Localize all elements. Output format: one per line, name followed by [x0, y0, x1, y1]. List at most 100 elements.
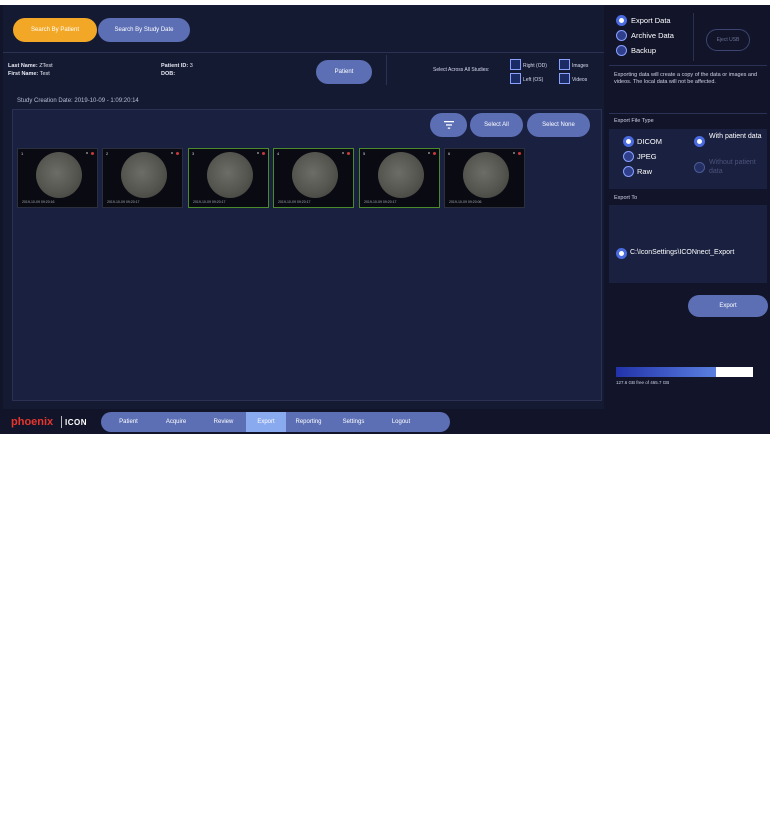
file-type-radio[interactable]	[623, 151, 634, 162]
search-by-patient-tab[interactable]: Search By Patient	[13, 18, 97, 42]
export-description: Exporting data will create a copy of the…	[614, 72, 758, 85]
divider	[386, 55, 387, 85]
first-name-row: First Name: Test	[8, 71, 50, 77]
thumbnail-index: 3	[192, 151, 195, 156]
status-dot-icon	[176, 152, 179, 155]
select-across-label: Select Across All Studies:	[433, 67, 490, 73]
export-path-radio[interactable]	[616, 248, 627, 259]
nav-item-review[interactable]: Review	[201, 412, 246, 432]
export-path-label: C:\IconSettings\ICONnect_Export	[630, 249, 735, 256]
status-dot-icon	[433, 152, 436, 155]
file-type-label: JPEG	[637, 152, 657, 161]
storage-bar-fill	[616, 367, 716, 377]
patient-id-row: Patient ID: 3	[161, 63, 193, 69]
first-name-value: Test	[39, 71, 50, 77]
nav-item-acquire[interactable]: Acquire	[151, 412, 201, 432]
fundus-image	[207, 152, 253, 198]
file-type-radio[interactable]	[623, 166, 634, 177]
thumbnail-index: 1	[21, 151, 24, 156]
videos-label: Videos	[572, 77, 588, 83]
thumbnail-timestamp: 2019-10-09 09:20:17	[107, 200, 140, 204]
main-panel: Search By Patient Search By Study Date L…	[3, 5, 604, 409]
with-patient-data-radio[interactable]	[694, 136, 705, 147]
fundus-image	[121, 152, 167, 198]
marker-icon	[86, 152, 88, 154]
export-panel: Export Data Archive Data Backup Eject USB …	[606, 5, 770, 409]
left-os-label: Left (OS)	[523, 77, 544, 83]
study-thumbnail[interactable]: 1 2019-10-09 09:20:16	[17, 148, 98, 208]
thumbnail-timestamp: 2019-10-09 09:20:17	[193, 200, 226, 204]
marker-icon	[171, 152, 173, 154]
select-all-button[interactable]: Select All	[470, 113, 523, 137]
export-to-label: Export To	[614, 195, 638, 201]
thumbnail-index: 6	[448, 151, 451, 156]
without-patient-data-radio[interactable]	[694, 162, 705, 173]
filter-button[interactable]	[430, 113, 467, 137]
thumbnail-index: 5	[363, 151, 366, 156]
study-creation-date: Study Creation Date: 2019-10-09 - 1:09:2…	[17, 98, 139, 104]
thumbnail-index: 2	[106, 151, 109, 156]
search-by-study-date-tab[interactable]: Search By Study Date	[98, 18, 190, 42]
select-none-button[interactable]: Select None	[527, 113, 590, 137]
last-name-row: Last Name: ZTest	[8, 63, 53, 69]
thumbnail-timestamp: 2019-10-09 09:20:06	[449, 200, 482, 204]
marker-icon	[428, 152, 430, 154]
brand-logo: phoenix	[11, 416, 54, 428]
filter-icon	[443, 121, 454, 129]
divider	[609, 65, 767, 66]
marker-icon	[342, 152, 344, 154]
study-thumbnail[interactable]: 3 2019-10-09 09:20:17	[188, 148, 269, 208]
study-thumbnail[interactable]: 5 2019-10-09 09:20:17	[359, 148, 440, 208]
thumbnail-timestamp: 2019-10-09 09:20:16	[22, 200, 55, 204]
divider	[609, 113, 767, 114]
study-thumbnail[interactable]: 6 2019-10-09 09:20:06	[444, 148, 525, 208]
status-dot-icon	[262, 152, 265, 155]
mode-radio[interactable]	[616, 45, 627, 56]
brand-product: ICON	[65, 418, 87, 427]
nav-bar: Patient Acquire Review Export Reporting Setti…	[101, 412, 450, 432]
thumbnail-timestamp: 2019-10-09 09:20:17	[364, 200, 397, 204]
file-type-radio[interactable]	[623, 136, 634, 147]
status-dot-icon	[347, 152, 350, 155]
study-thumbnail[interactable]: 2 2019-10-09 09:20:17	[102, 148, 183, 208]
status-dot-icon	[91, 152, 94, 155]
mode-radio[interactable]	[616, 15, 627, 26]
right-od-label: Right (OD)	[523, 63, 547, 69]
nav-item-settings[interactable]: Settings	[331, 412, 376, 432]
status-dot-icon	[518, 152, 521, 155]
nav-item-export[interactable]: Export	[246, 412, 286, 432]
file-type-label: Export File Type	[614, 118, 654, 124]
bottom-bar: phoenix ICON Patient Acquire Review Export R…	[0, 409, 770, 822]
divider	[3, 52, 604, 53]
file-type-label: Raw	[637, 167, 653, 176]
nav-item-patient[interactable]: Patient	[106, 412, 151, 432]
thumbnail-index: 4	[277, 151, 280, 156]
patient-button[interactable]: Patient	[316, 60, 372, 84]
brand-separator	[61, 416, 62, 428]
nav-item-logout[interactable]: Logout	[376, 412, 426, 432]
last-name-value: ZTest	[39, 63, 53, 69]
thumbnail-timestamp: 2019-10-09 09:20:17	[278, 200, 311, 204]
right-od-checkbox[interactable]	[510, 59, 521, 70]
mouse-cursor-icon	[542, 813, 552, 822]
study-thumbnail[interactable]: 4 2019-10-09 09:20:17	[273, 148, 354, 208]
mode-radio[interactable]	[616, 30, 627, 41]
patient-id-value: 3	[189, 63, 193, 69]
images-checkbox[interactable]	[559, 59, 570, 70]
divider	[693, 13, 694, 61]
storage-text: 127.6 GB free of 465.7 GB	[616, 380, 670, 385]
videos-checkbox[interactable]	[559, 73, 570, 84]
export-to-box	[609, 205, 767, 283]
with-patient-data-label: With patient data	[709, 133, 762, 140]
export-button[interactable]: Export	[688, 295, 768, 317]
storage-bar	[616, 367, 753, 377]
app-window: Search By Patient Search By Study Date L…	[0, 5, 770, 822]
nav-item-reporting[interactable]: Reporting	[286, 412, 331, 432]
eject-usb-button[interactable]: Eject USB	[706, 29, 750, 51]
marker-icon	[513, 152, 515, 154]
fundus-image	[36, 152, 82, 198]
mode-label: Backup	[631, 46, 657, 55]
left-os-checkbox[interactable]	[510, 73, 521, 84]
file-type-label: DICOM	[637, 137, 662, 146]
images-label: Images	[572, 63, 589, 69]
